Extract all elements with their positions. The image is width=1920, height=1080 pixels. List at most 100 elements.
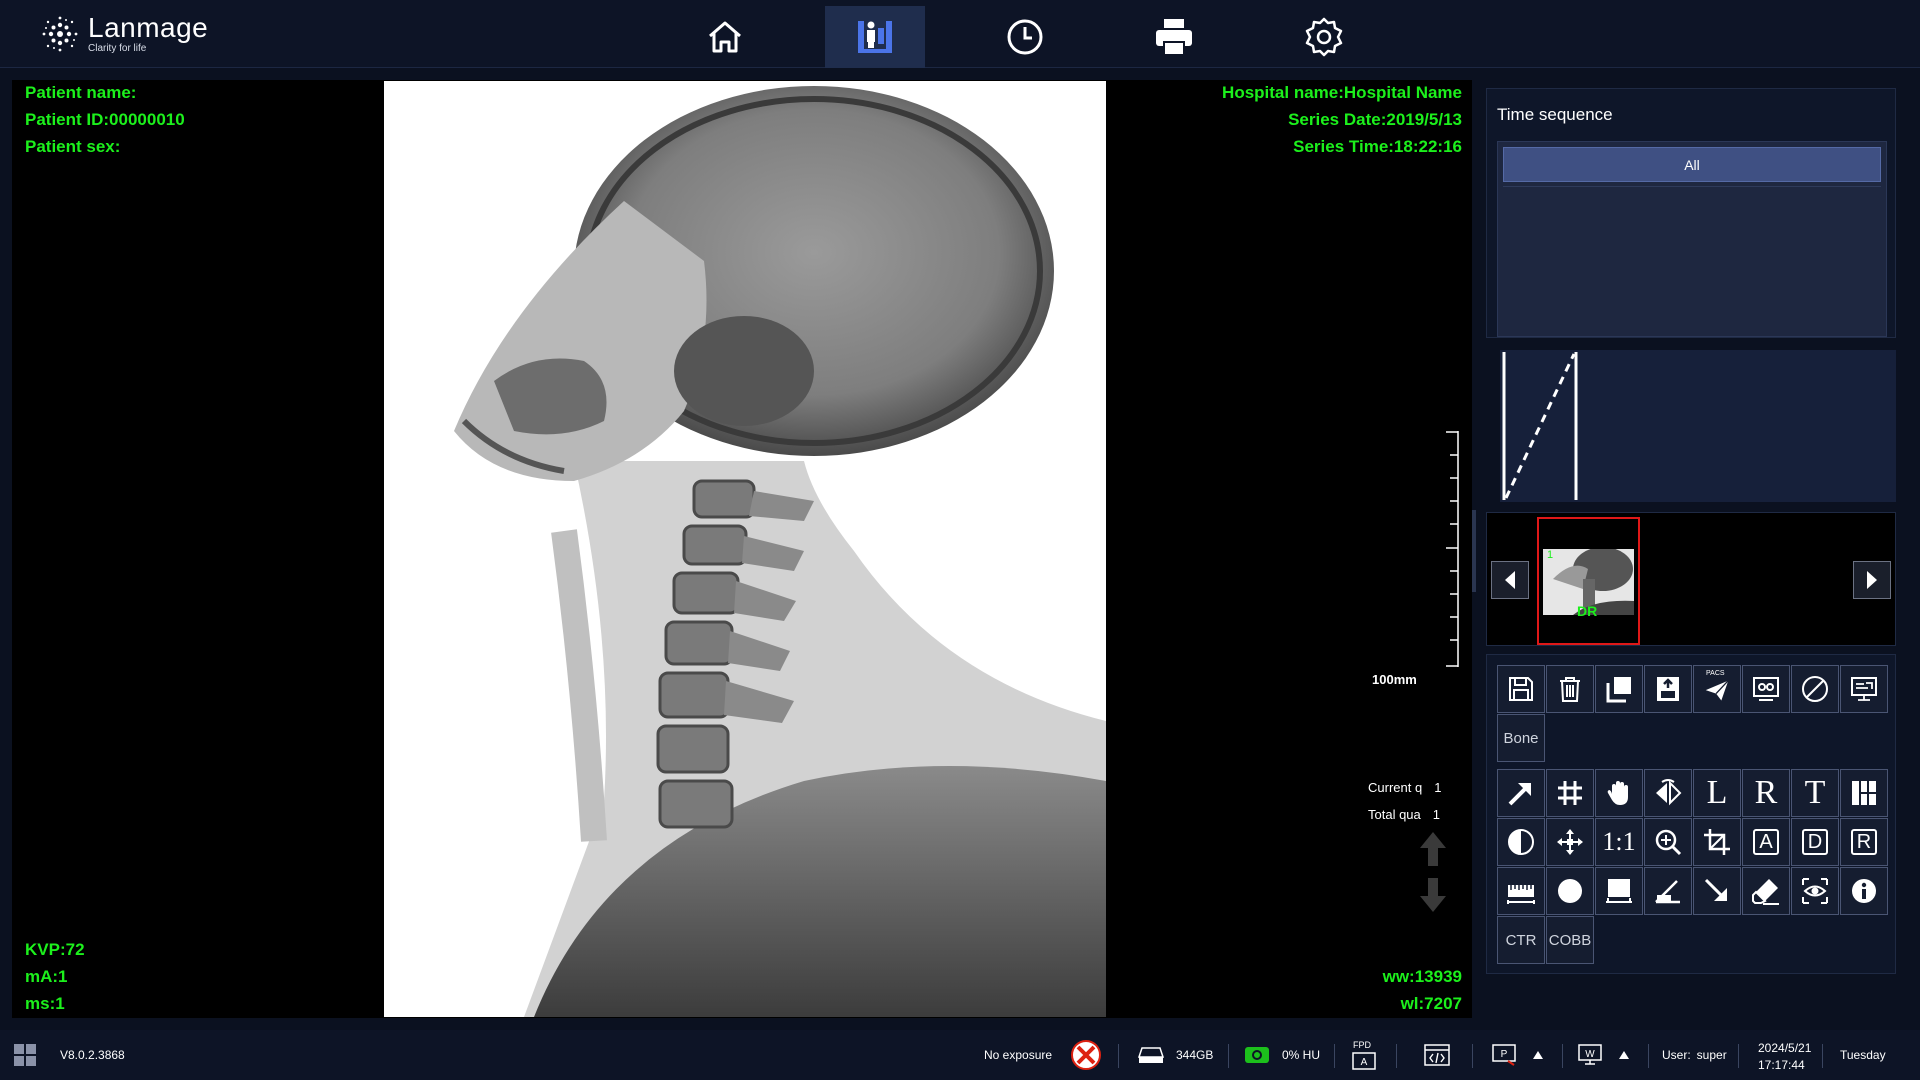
monitor-button[interactable] — [1840, 665, 1888, 713]
ms-value: ms:1 — [25, 994, 65, 1013]
divider — [1503, 186, 1881, 187]
patient-id: Patient ID:00000010 — [25, 110, 185, 129]
invert-button[interactable] — [1497, 818, 1545, 866]
rectangle-icon — [1606, 879, 1632, 903]
ma-value: mA:1 — [25, 967, 68, 986]
r-marker-label: R — [1754, 774, 1778, 811]
thumbnail-next-button[interactable] — [1853, 561, 1891, 599]
info-button[interactable] — [1840, 867, 1888, 915]
move-button[interactable] — [1546, 818, 1594, 866]
printer-status-button[interactable]: P — [1492, 1030, 1544, 1080]
trash-icon — [1560, 677, 1580, 702]
save-icon — [1509, 677, 1533, 701]
zoom-icon — [1655, 829, 1682, 856]
pacs-send-button[interactable]: PACS — [1693, 665, 1741, 713]
image-compare-icon — [1753, 677, 1779, 701]
ctr-button[interactable]: CTR — [1497, 916, 1545, 964]
patient-sex: Patient sex: — [25, 137, 121, 156]
d-label: D — [1802, 829, 1828, 855]
workstation-icon: W — [1578, 1044, 1602, 1065]
copy-button[interactable] — [1595, 665, 1643, 713]
thumbnail-label: DR — [1577, 603, 1598, 619]
ruler-measure-button[interactable] — [1497, 867, 1545, 915]
heat-unit-value: 0% HU — [1282, 1048, 1321, 1062]
save-button[interactable] — [1497, 665, 1545, 713]
arrow-line-button[interactable] — [1693, 867, 1741, 915]
disable-button[interactable] — [1791, 665, 1839, 713]
caret-up-icon[interactable] — [1532, 1050, 1544, 1060]
chevron-left-icon — [1505, 571, 1515, 589]
series-time: Series Time:18:22:16 — [1293, 137, 1462, 156]
left-marker-button[interactable]: L — [1693, 769, 1741, 817]
text-tool-button[interactable]: T — [1791, 769, 1839, 817]
xray-image[interactable] — [384, 81, 1106, 1017]
disk-indicator: 344GB — [1138, 1030, 1213, 1080]
eraser-button[interactable] — [1742, 867, 1790, 915]
nav-home-button[interactable] — [675, 6, 775, 68]
angle-measure-button[interactable] — [1644, 867, 1692, 915]
cobb-button[interactable]: COBB — [1546, 916, 1594, 964]
grid-tool-button[interactable] — [1546, 769, 1594, 817]
pan-tool-button[interactable] — [1595, 769, 1643, 817]
zoom-button[interactable] — [1644, 818, 1692, 866]
thumbnail-strip: 1 DR — [1486, 512, 1896, 646]
annotation-a-button[interactable]: A — [1742, 818, 1790, 866]
logo-name: Lanmage — [88, 12, 209, 43]
fpd-indicator[interactable]: FPD A — [1352, 1030, 1380, 1080]
nav-settings-button[interactable] — [1274, 6, 1374, 68]
bone-button[interactable]: Bone — [1497, 714, 1545, 762]
actual-size-button[interactable]: 1:1 — [1595, 818, 1643, 866]
export-button[interactable] — [1644, 665, 1692, 713]
monitor-icon — [1851, 677, 1877, 701]
arrow-down-icon — [1420, 878, 1446, 912]
code-window-icon — [1424, 1044, 1450, 1066]
annotation-d-button[interactable]: D — [1791, 818, 1839, 866]
total-q-value: 1 — [1432, 807, 1440, 822]
one-to-one-label: 1:1 — [1602, 827, 1636, 856]
pacs-label: PACS — [1706, 670, 1725, 677]
arrow-tool-button[interactable] — [1497, 769, 1545, 817]
delete-button[interactable] — [1546, 665, 1594, 713]
status-bar: V8.0.2.3868 No exposure 344GB 0% HU FPD … — [0, 1030, 1920, 1080]
a-label: A — [1753, 829, 1779, 855]
time-sequence-all-button[interactable]: All — [1503, 147, 1881, 182]
chevron-right-icon — [1867, 571, 1877, 589]
divider — [1648, 1044, 1649, 1068]
right-marker-button[interactable]: R — [1742, 769, 1790, 817]
circle-icon — [1558, 879, 1582, 903]
r-box-label: R — [1851, 829, 1877, 855]
cobb-label: COBB — [1548, 931, 1592, 949]
user-info: User: super — [1662, 1030, 1727, 1080]
crop-button[interactable] — [1693, 818, 1741, 866]
annotation-r-button[interactable]: R — [1840, 818, 1888, 866]
caret-up-icon[interactable] — [1618, 1050, 1630, 1060]
panel-splitter[interactable] — [1472, 510, 1476, 592]
arrow-up-icon — [1420, 832, 1446, 866]
start-menu-button[interactable] — [14, 1030, 36, 1080]
current-q-value: 1 — [1434, 780, 1442, 795]
ruler-icon — [1507, 885, 1535, 904]
time-sequence-list: All — [1497, 141, 1887, 337]
image-compare-button[interactable] — [1742, 665, 1790, 713]
image-viewer[interactable]: Patient name: Patient ID:00000010 Patien… — [12, 80, 1472, 1018]
view-button[interactable] — [1791, 867, 1839, 915]
dicom-tool-button[interactable] — [1424, 1030, 1450, 1080]
thumbnail-prev-button[interactable] — [1491, 561, 1529, 599]
page-arrows[interactable] — [1418, 830, 1448, 914]
nav-patient-button[interactable] — [825, 6, 925, 68]
ellipse-roi-button[interactable] — [1546, 867, 1594, 915]
flip-tool-button[interactable] — [1644, 769, 1692, 817]
divider — [1228, 1044, 1229, 1068]
exposure-blocked-indicator — [1070, 1030, 1102, 1080]
logo-tagline: Clarity for life — [88, 43, 147, 54]
thumbnail-item[interactable]: 1 DR — [1537, 517, 1640, 645]
nav-print-button[interactable] — [1124, 6, 1224, 68]
workstation-status-button[interactable]: W — [1578, 1030, 1630, 1080]
nav-history-button[interactable] — [975, 6, 1075, 68]
thumbnail-index: 1 — [1547, 549, 1554, 561]
rectangle-roi-button[interactable] — [1595, 867, 1643, 915]
eye-icon — [1802, 878, 1828, 904]
layout-button[interactable] — [1840, 769, 1888, 817]
top-bar: Lanmage Clarity for life — [0, 0, 1920, 68]
clock-icon — [1007, 19, 1043, 55]
